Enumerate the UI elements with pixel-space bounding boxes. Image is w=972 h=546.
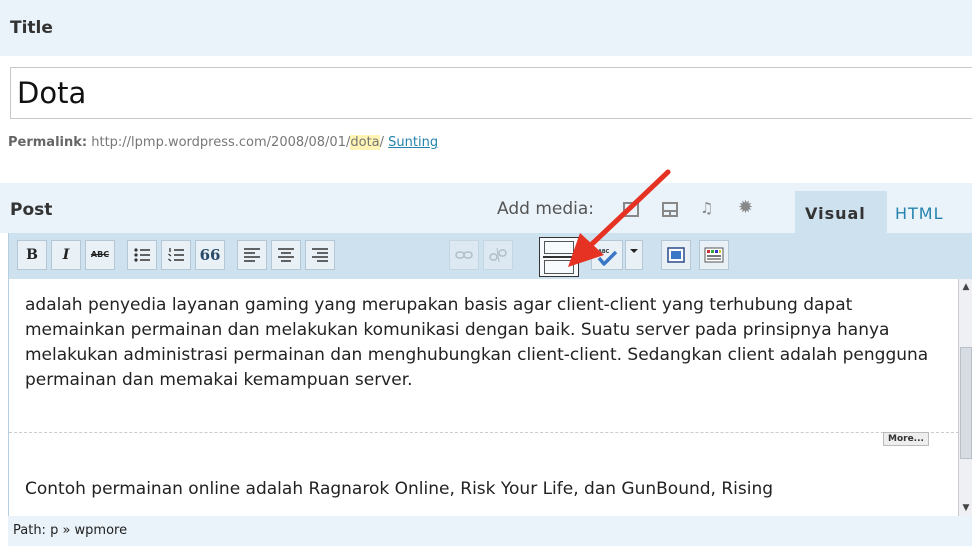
tab-html[interactable]: HTML [895, 204, 944, 223]
scroll-thumb[interactable] [960, 347, 972, 459]
title-label: Title [10, 18, 53, 38]
more-separator [9, 432, 958, 433]
insert-link-button[interactable] [449, 240, 479, 270]
fullscreen-button[interactable] [661, 240, 691, 270]
remove-link-button[interactable] [483, 240, 513, 270]
editor-paragraph: Contoh permainan online adalah Ragnarok … [25, 479, 774, 499]
align-right-button[interactable] [305, 240, 335, 270]
editor-scrollbar[interactable]: ▲ ▼ [958, 279, 972, 516]
scroll-down-arrow-icon[interactable]: ▼ [959, 500, 972, 516]
bold-button[interactable]: B [17, 240, 47, 270]
spellcheck-button[interactable]: ABC [591, 240, 623, 270]
more-tag[interactable]: More... [883, 432, 929, 446]
svg-text:ABC: ABC [598, 249, 610, 255]
editor-paragraph: adalah penyedia layanan gaming yang meru… [25, 295, 929, 390]
add-media-label: Add media: [497, 199, 594, 219]
permalink-slash: / [379, 135, 389, 150]
more-top-box [544, 241, 574, 254]
align-left-button[interactable] [237, 240, 267, 270]
spellcheck-menu-button[interactable] [625, 240, 643, 270]
more-separator-line [543, 256, 575, 258]
more-bottom-box [544, 260, 574, 274]
insert-more-button[interactable] [539, 237, 579, 277]
video-icon[interactable] [662, 202, 678, 217]
image-icon[interactable] [623, 202, 639, 217]
bulleted-list-button[interactable] [127, 240, 157, 270]
post-content-editor[interactable]: adalah penyedia layanan gaming yang meru… [8, 279, 958, 516]
editor-toolbar: B I ABC 66 ABC [8, 233, 972, 279]
post-label: Post [10, 200, 53, 220]
scroll-up-arrow-icon[interactable]: ▲ [959, 279, 972, 295]
audio-icon[interactable]: ♫ [700, 199, 716, 217]
media-icon[interactable]: ✹ [738, 197, 754, 218]
tab-visual[interactable]: Visual [795, 191, 887, 233]
permalink-edit-link[interactable]: Sunting [388, 135, 438, 150]
title-header: Title [0, 0, 972, 56]
permalink-slug[interactable]: dota [350, 135, 380, 150]
title-input[interactable]: Dota [10, 67, 972, 119]
blockquote-button[interactable]: 66 [195, 240, 225, 270]
italic-button[interactable]: I [51, 240, 81, 270]
permalink: Permalink: http://lpmp.wordpress.com/200… [8, 135, 438, 150]
align-center-button[interactable] [271, 240, 301, 270]
permalink-url: http://lpmp.wordpress.com/2008/08/01/ [87, 135, 351, 150]
numbered-list-button[interactable] [161, 240, 191, 270]
strikethrough-button[interactable]: ABC [85, 240, 115, 270]
kitchen-sink-button[interactable] [699, 240, 729, 270]
permalink-label: Permalink: [8, 135, 88, 150]
editor-path-bar: Path: p » wpmore [8, 516, 972, 546]
